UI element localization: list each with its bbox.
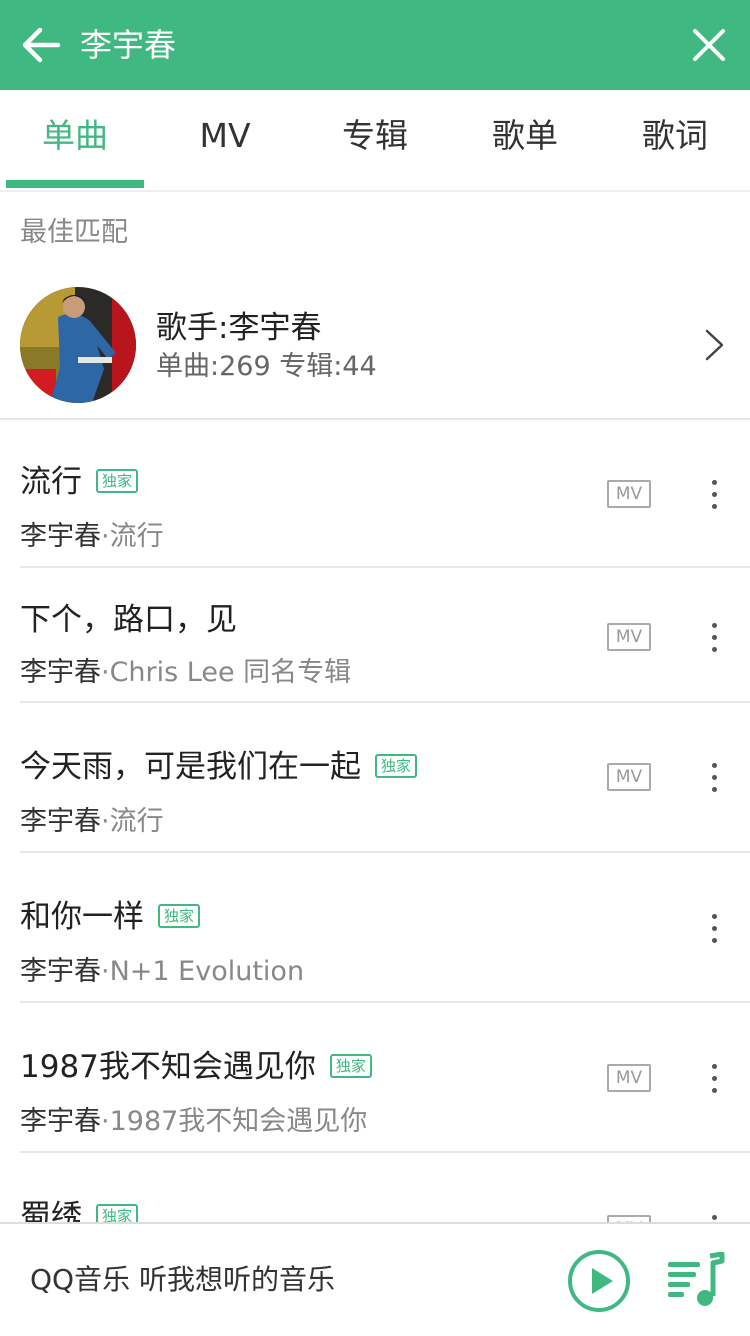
- bottom-player-bar: QQ音乐 听我想听的音乐: [0, 1222, 750, 1336]
- song-subtitle: 李宇春·流行: [20, 806, 164, 837]
- tab-albums[interactable]: 专辑: [300, 90, 450, 190]
- song-title: 今天雨，可是我们在一起 独家: [20, 741, 418, 786]
- exclusive-badge: 独家: [158, 904, 201, 928]
- more-options-icon[interactable]: [709, 1064, 719, 1098]
- tab-mv[interactable]: MV: [150, 90, 300, 190]
- arrow-left-icon[interactable]: [18, 22, 64, 68]
- exclusive-badge: 独家: [96, 469, 139, 493]
- best-match-label: 最佳匹配: [20, 217, 128, 248]
- song-row[interactable]: 蜀绣独家 MV: [0, 1153, 750, 1244]
- song-title: 和你一样 独家: [20, 891, 201, 936]
- more-options-icon[interactable]: [709, 480, 719, 514]
- mv-button[interactable]: MV: [607, 1064, 651, 1092]
- exclusive-badge: 独家: [329, 1054, 372, 1078]
- mv-button[interactable]: MV: [607, 480, 651, 508]
- song-row[interactable]: 流行 独家 李宇春·流行 MV: [0, 418, 750, 568]
- tab-playlists[interactable]: 歌单: [450, 90, 600, 190]
- playlist-icon[interactable]: [666, 1252, 726, 1308]
- close-icon[interactable]: [690, 26, 728, 64]
- slogan-text: QQ音乐 听我想听的音乐: [30, 1263, 335, 1296]
- play-circle-icon[interactable]: [567, 1249, 631, 1313]
- tab-lyrics[interactable]: 歌词: [600, 90, 750, 190]
- song-title: 1987我不知会遇见你 独家: [20, 1041, 372, 1086]
- avatar: [20, 287, 136, 403]
- artist-card[interactable]: 歌手:李宇春 单曲:269 专辑:44: [0, 280, 750, 420]
- song-subtitle: 李宇春·流行: [20, 521, 164, 552]
- tab-songs[interactable]: 单曲: [0, 90, 150, 190]
- song-title: 流行 独家: [20, 456, 139, 501]
- song-row[interactable]: 和你一样 独家 李宇春·N+1 Evolution: [0, 853, 750, 1003]
- song-row[interactable]: 今天雨，可是我们在一起 独家 李宇春·流行 MV: [0, 703, 750, 853]
- search-title: 李宇春: [80, 26, 177, 64]
- artist-stats: 单曲:269 专辑:44: [156, 351, 377, 382]
- more-options-icon[interactable]: [709, 763, 719, 797]
- chevron-right-icon: [705, 329, 724, 361]
- result-tabs: 单曲 MV 专辑 歌单 歌词: [0, 90, 750, 192]
- more-options-icon[interactable]: [709, 914, 719, 948]
- song-row[interactable]: 下个，路口，见 李宇春·Chris Lee 同名专辑 MV: [0, 568, 750, 703]
- top-bar: 李宇春: [0, 0, 750, 90]
- artist-name: 歌手:李宇春: [156, 310, 322, 346]
- mv-button[interactable]: MV: [607, 623, 651, 651]
- song-subtitle: 李宇春·1987我不知会遇见你: [20, 1106, 368, 1137]
- exclusive-badge: 独家: [375, 754, 418, 778]
- song-row[interactable]: 1987我不知会遇见你 独家 李宇春·1987我不知会遇见你 MV: [0, 1003, 750, 1153]
- song-subtitle: 李宇春·N+1 Evolution: [20, 956, 305, 987]
- song-subtitle: 李宇春·Chris Lee 同名专辑: [20, 657, 352, 688]
- mv-button[interactable]: MV: [607, 763, 651, 791]
- more-options-icon[interactable]: [709, 623, 719, 657]
- active-tab-indicator: [6, 180, 144, 188]
- song-title: 下个，路口，见: [20, 602, 237, 638]
